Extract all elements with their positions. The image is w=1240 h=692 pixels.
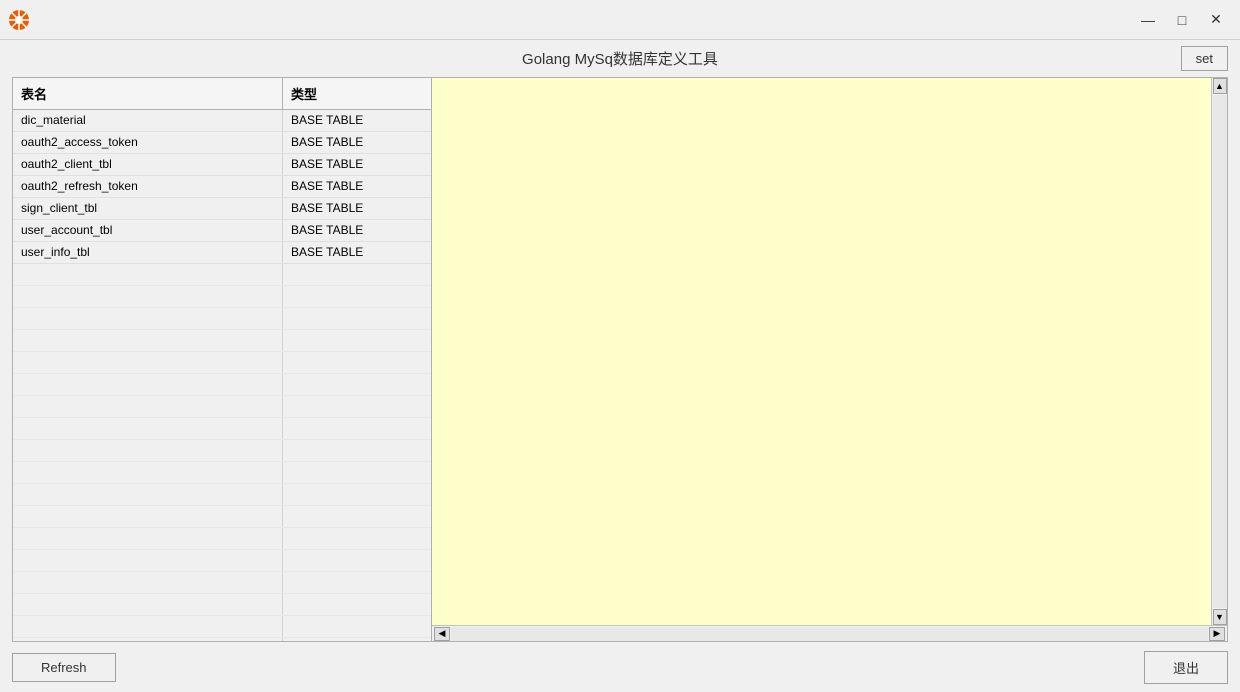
minimize-button[interactable]: — [1132,6,1164,34]
close-button[interactable]: ✕ [1200,6,1232,34]
app-icon [8,9,30,31]
cell-type: BASE TABLE [283,154,431,175]
table-row[interactable]: oauth2_client_tblBASE TABLE [13,154,431,176]
col-header-type: 类型 [283,78,431,109]
empty-row [13,528,431,550]
empty-row [13,352,431,374]
empty-row [13,506,431,528]
top-bar: Golang MySq数据库定义工具 set [0,40,1240,77]
table-row[interactable]: oauth2_refresh_tokenBASE TABLE [13,176,431,198]
cell-name: oauth2_refresh_token [13,176,283,197]
empty-row [13,594,431,616]
empty-row [13,374,431,396]
empty-row [13,440,431,462]
empty-row [13,572,431,594]
code-area[interactable] [432,78,1211,625]
refresh-button[interactable]: Refresh [12,653,116,682]
empty-row [13,330,431,352]
table-row[interactable]: user_info_tblBASE TABLE [13,242,431,264]
table-row[interactable]: sign_client_tblBASE TABLE [13,198,431,220]
cell-name: user_account_tbl [13,220,283,241]
empty-row [13,616,431,638]
cell-name: oauth2_access_token [13,132,283,153]
cell-name: dic_material [13,110,283,131]
maximize-button[interactable]: □ [1166,6,1198,34]
app-title: Golang MySq数据库定义工具 [522,48,718,69]
empty-row [13,308,431,330]
title-bar: — □ ✕ [0,0,1240,40]
bottom-bar: Refresh 退出 [0,642,1240,692]
main-content: Golang MySq数据库定义工具 set 表名 类型 dic_materia… [0,40,1240,692]
cell-type: BASE TABLE [283,220,431,241]
cell-name: user_info_tbl [13,242,283,263]
quit-button[interactable]: 退出 [1144,651,1228,684]
panels: 表名 类型 dic_materialBASE TABLEoauth2_acces… [0,77,1240,642]
cell-type: BASE TABLE [283,242,431,263]
left-panel: 表名 类型 dic_materialBASE TABLEoauth2_acces… [12,77,432,642]
col-header-name: 表名 [13,78,283,109]
table-row[interactable]: user_account_tblBASE TABLE [13,220,431,242]
scroll-right-arrow[interactable]: ▶ [1209,627,1225,641]
empty-row [13,462,431,484]
table-body[interactable]: dic_materialBASE TABLEoauth2_access_toke… [13,110,431,641]
empty-row [13,264,431,286]
table-header: 表名 类型 [13,78,431,110]
table-row[interactable]: dic_materialBASE TABLE [13,110,431,132]
empty-row [13,286,431,308]
right-panel: ▲ ▼ ◀ ▶ [431,77,1228,642]
empty-row [13,418,431,440]
cell-type: BASE TABLE [283,132,431,153]
empty-row [13,638,431,641]
empty-row [13,484,431,506]
set-button[interactable]: set [1181,46,1228,71]
scroll-left-arrow[interactable]: ◀ [434,627,450,641]
cell-type: BASE TABLE [283,198,431,219]
empty-row [13,396,431,418]
cell-type: BASE TABLE [283,110,431,131]
title-bar-controls: — □ ✕ [1132,6,1232,34]
empty-row [13,550,431,572]
title-bar-left [8,9,30,31]
scroll-up-arrow[interactable]: ▲ [1213,78,1227,94]
scrollbar-h: ◀ ▶ [432,625,1227,641]
cell-name: oauth2_client_tbl [13,154,283,175]
cell-name: sign_client_tbl [13,198,283,219]
scroll-v: ▲ ▼ [1211,78,1227,625]
table-row[interactable]: oauth2_access_tokenBASE TABLE [13,132,431,154]
right-panel-inner: ▲ ▼ [432,78,1227,625]
scroll-down-arrow[interactable]: ▼ [1213,609,1227,625]
scroll-track-v [1213,95,1227,608]
cell-type: BASE TABLE [283,176,431,197]
scroll-track-h [451,627,1208,641]
